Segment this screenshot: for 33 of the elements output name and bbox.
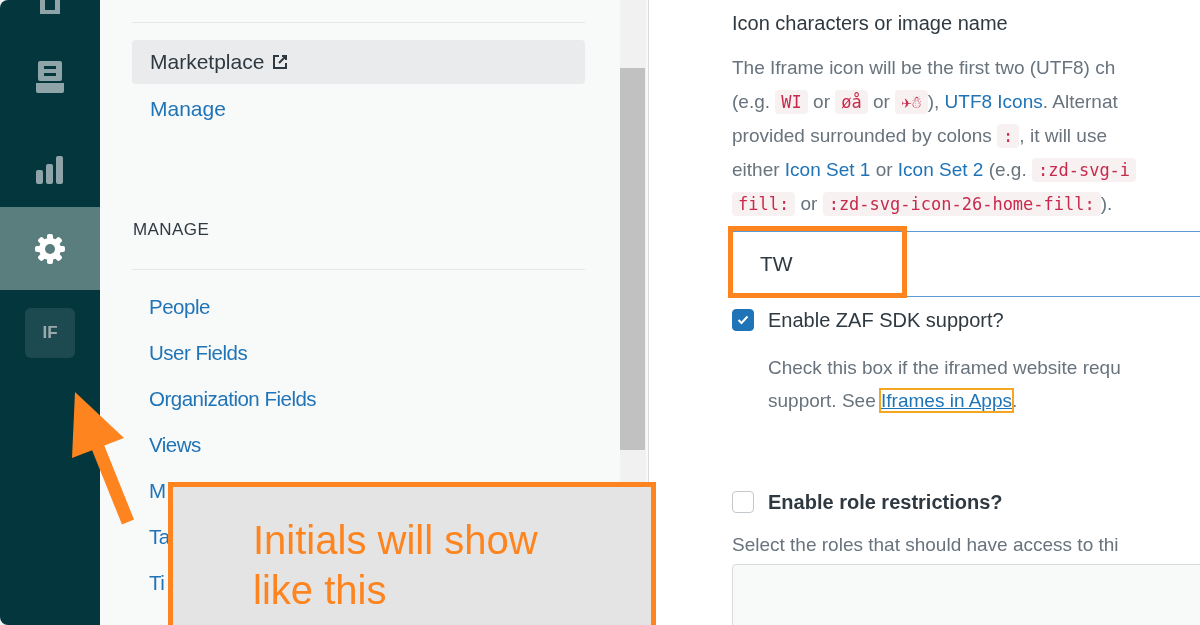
bar-chart-icon	[36, 155, 64, 184]
field-label: Icon characters or image name	[732, 11, 1009, 36]
app-badge: IF	[25, 308, 75, 358]
checkbox-label: Enable role restrictions?	[768, 490, 1003, 515]
inbox-icon	[36, 61, 64, 93]
help-text: support. See Iframes in Apps.	[768, 389, 1019, 413]
help-link[interactable]: Icon Set 2	[897, 159, 984, 180]
checkbox-label: Enable ZAF SDK support?	[768, 308, 1004, 333]
section-heading: MANAGE	[132, 219, 211, 241]
checkmark-icon	[737, 315, 749, 325]
sidebar-link[interactable]: M	[149, 476, 166, 505]
text-input[interactable]: TW	[732, 231, 1200, 297]
help-link[interactable]: Icon Set 1	[784, 159, 871, 180]
sidebar-link[interactable]: Manage	[132, 87, 585, 131]
callout-text: Initials will show like this	[253, 517, 539, 614]
sidebar-link[interactable]: User Fields	[149, 338, 248, 367]
checkbox[interactable]	[732, 309, 754, 331]
sidebar-link[interactable]: Ti	[149, 568, 165, 597]
sidebar-link[interactable]: Marketplace	[132, 40, 585, 84]
help-text: The Iframe icon will be the first two (UTF8) ch (e.g. WI or øå or ✈☃ ), UTF8 Icons. Alternat provided surrounded by colons : , it will use either Icon Set 1 or Icon Set 2 (e.g. :zd-svg-i fill: or :zd-svg-icon-26-home-fill: ).	[732, 51, 1200, 221]
help-link[interactable]: Iframes in Apps	[881, 390, 1012, 411]
sidebar-link[interactable]: People	[149, 292, 210, 321]
checkbox[interactable]	[732, 491, 754, 513]
settings-icon	[34, 232, 66, 265]
nav-item[interactable]: IF	[0, 290, 100, 376]
sidebar-link[interactable]: Views	[149, 430, 201, 459]
scrollbar-thumb[interactable]	[620, 68, 645, 450]
help-text: Check this box if the iframed website requ	[768, 356, 1122, 380]
help-text: Select the roles that should have access to thi	[732, 533, 1120, 557]
nav-item[interactable]	[0, 207, 100, 290]
sidebar-link[interactable]: Organization Fields	[149, 384, 317, 413]
home-icon	[38, 0, 62, 14]
help-link[interactable]: UTF8 Icons	[944, 91, 1043, 112]
